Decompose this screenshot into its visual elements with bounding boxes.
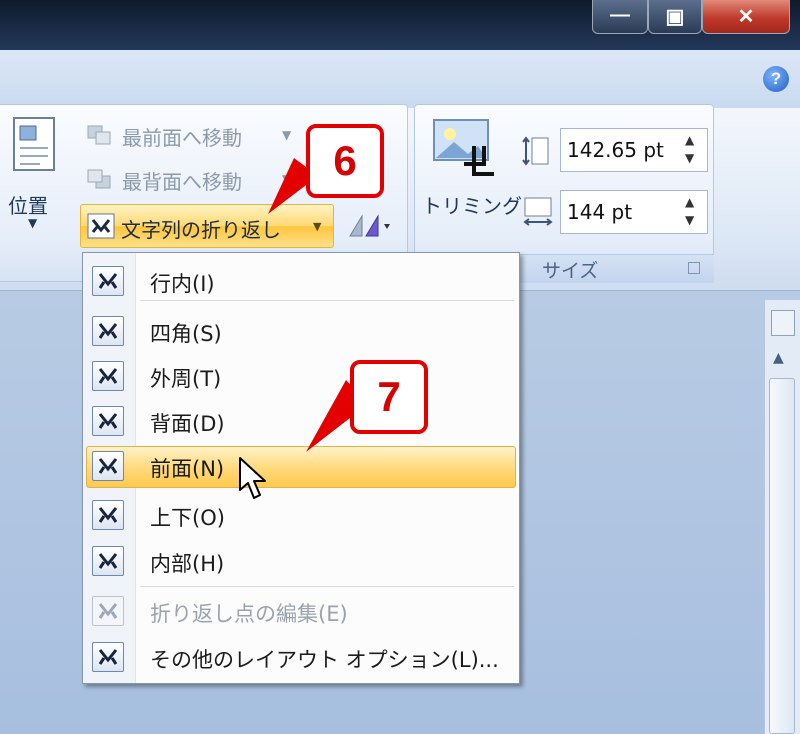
callout-step-7: 7	[350, 360, 428, 434]
mouse-cursor-icon	[239, 457, 266, 499]
callout-step-6: 6	[306, 124, 384, 198]
